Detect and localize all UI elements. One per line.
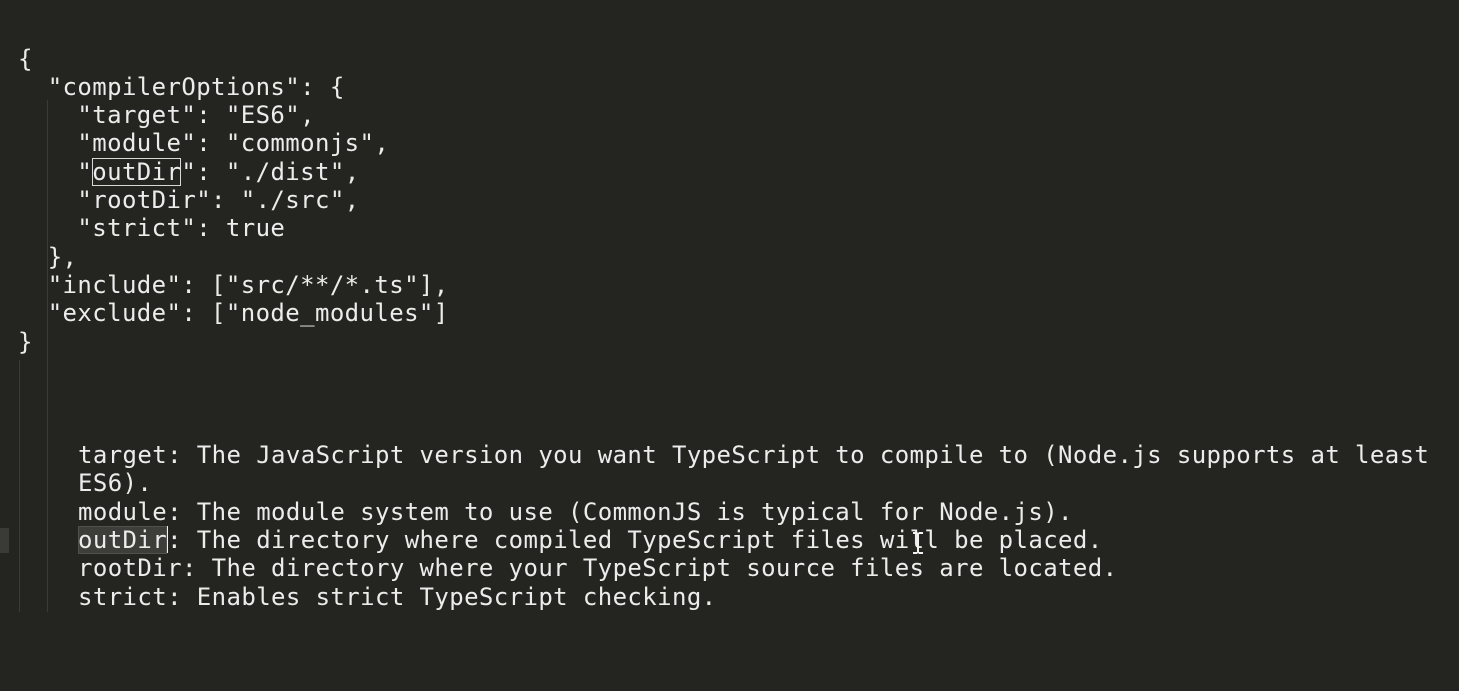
selected-word-outdir: outDir	[78, 526, 168, 554]
code-line: "module": "commonjs",	[18, 129, 390, 157]
code-line: "compilerOptions": {	[18, 73, 345, 101]
note-line-target-cont: ES6).	[78, 469, 153, 497]
code-line: },	[18, 243, 78, 271]
code-line: {	[18, 45, 33, 73]
code-line: }	[18, 328, 33, 356]
code-line: "rootDir": "./src",	[18, 186, 360, 214]
code-line: "exclude": ["node_modules"]	[18, 299, 449, 327]
matched-word-outdir: outDir	[92, 158, 182, 186]
code-line: "outDir": "./dist",	[18, 158, 360, 186]
code-line: "strict": true	[18, 214, 286, 242]
current-line-marker	[0, 528, 9, 553]
note-line-module: module: The module system to use (Common…	[78, 498, 1073, 526]
note-line-outdir: outDir: The directory where compiled Typ…	[78, 526, 1103, 554]
text-editor[interactable]: { "compilerOptions": { "target": "ES6", …	[0, 0, 1459, 691]
note-line-strict: strict: Enables strict TypeScript checki…	[78, 583, 717, 611]
code-line: "target": "ES6",	[18, 101, 315, 129]
code-line: "include": ["src/**/*.ts"],	[18, 271, 449, 299]
note-line-target: target: The JavaScript version you want …	[78, 441, 1430, 469]
indent-guide	[19, 360, 20, 612]
note-line-rootdir: rootDir: The directory where your TypeSc…	[78, 554, 1118, 582]
text-ibeam-cursor-icon	[913, 532, 923, 554]
